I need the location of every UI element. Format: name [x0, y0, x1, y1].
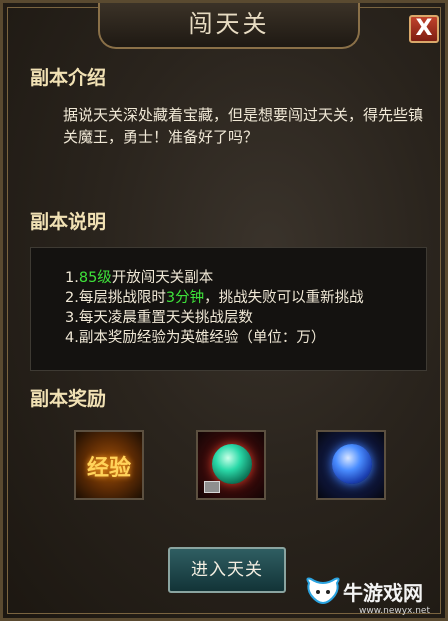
rule-item: 3.每天凌晨重置天关挑战层数	[65, 310, 253, 326]
watermark-text: 牛游戏网	[343, 581, 423, 605]
rule-item: 4.副本奖励经验为英雄经验（单位：万）	[65, 330, 326, 346]
reward-slot-green-orb[interactable]	[196, 430, 266, 500]
blue-orb-icon	[332, 444, 372, 484]
rules-list: 1.85级开放闯天关副本 2.每层挑战限时3分钟，挑战失败可以重新挑战 3.每天…	[31, 248, 426, 348]
reward-slot-blue-orb[interactable]	[316, 430, 386, 500]
window-title: 闯天关	[188, 10, 270, 38]
enter-dungeon-button[interactable]: 进入天关	[168, 547, 286, 593]
close-button[interactable]: X	[409, 15, 439, 43]
watermark-logo-icon	[306, 577, 340, 605]
title-bar: 闯天关	[98, 3, 360, 49]
intro-heading: 副本介绍	[30, 67, 107, 89]
intro-text: 据说天关深处藏着宝藏，但是想要闯过天关，得先些镇关魔王，勇士！准备好了吗？	[63, 106, 424, 146]
rule-item: 2.每层挑战限时3分钟，挑战失败可以重新挑战	[65, 290, 364, 306]
rewards-heading: 副本奖励	[30, 388, 107, 410]
chest-icon	[204, 481, 220, 493]
reward-slot-exp[interactable]: 经验	[74, 430, 144, 500]
dungeon-window: 闯天关 X 副本介绍 据说天关深处藏着宝藏，但是想要闯过天关，得先些镇关魔王，勇…	[0, 0, 448, 621]
rules-heading: 副本说明	[30, 211, 107, 233]
rule-item: 1.85级开放闯天关副本	[65, 270, 214, 286]
watermark-url: www.newyx.net	[359, 606, 431, 616]
rules-box: 1.85级开放闯天关副本 2.每层挑战限时3分钟，挑战失败可以重新挑战 3.每天…	[30, 247, 427, 371]
green-orb-icon	[212, 444, 252, 484]
exp-icon: 经验	[86, 456, 131, 481]
